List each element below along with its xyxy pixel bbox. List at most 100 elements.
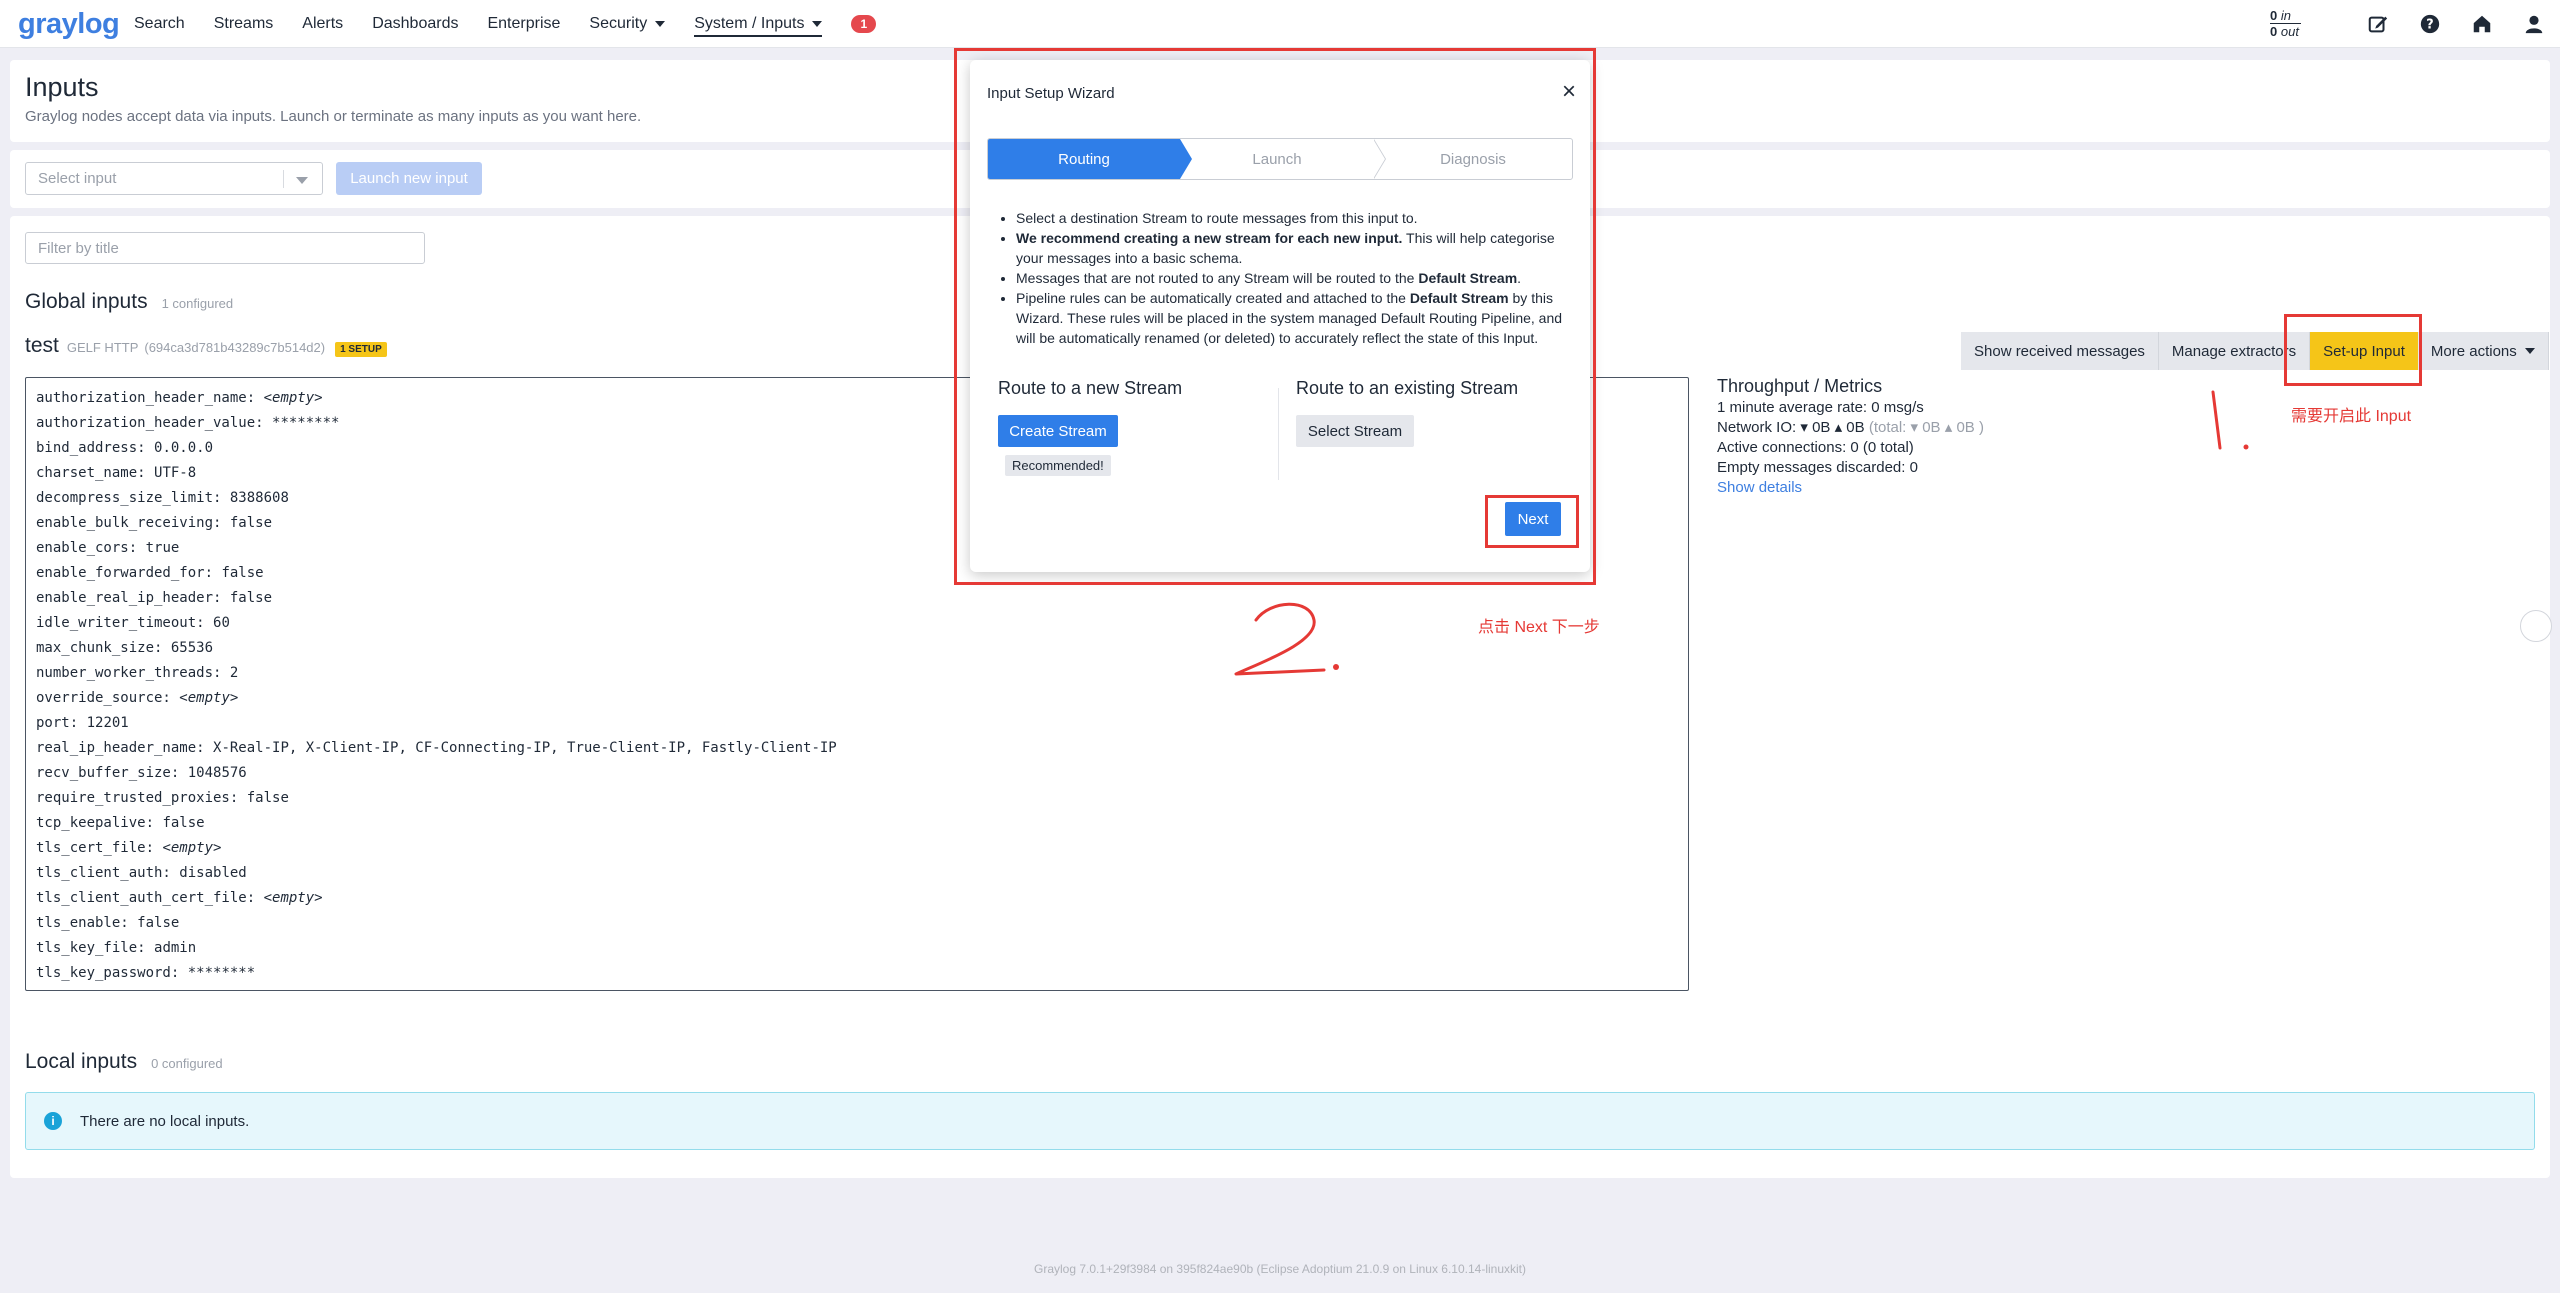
metrics-avg-rate: 1 minute average rate: 0 msg/s [1717, 399, 1924, 416]
net-up-value: 0B [1846, 419, 1865, 436]
config-value: false [246, 790, 289, 806]
nav-menu: Search Streams Alerts Dashboards Enterpr… [134, 0, 877, 48]
config-line: tls_client_auth_cert_file: <empty> [36, 886, 1678, 911]
nav-icon-group: ? [2352, 0, 2560, 48]
config-value: false [221, 565, 264, 581]
global-inputs-title: Global inputs [25, 290, 148, 313]
show-received-messages-button[interactable]: Show received messages [1961, 332, 2159, 370]
config-value: ******** [272, 415, 340, 431]
launch-new-input-button[interactable]: Launch new input [336, 162, 482, 195]
config-line: recv_buffer_size: 1048576 [36, 761, 1678, 786]
config-value: false [137, 915, 180, 931]
config-key: decompress_size_limit: [36, 490, 222, 506]
config-value: UTF-8 [154, 465, 197, 481]
config-key: tls_cert_file: [36, 840, 155, 856]
total-up-value: 0B ) [1956, 419, 1984, 436]
config-key: authorization_header_name: [36, 390, 256, 406]
local-inputs-heading: Local inputs 0 configured [25, 1050, 223, 1074]
config-line: tls_enable: false [36, 911, 1678, 936]
config-key: idle_writer_timeout: [36, 615, 205, 631]
config-line: idle_writer_timeout: 60 [36, 611, 1678, 636]
help-icon[interactable]: ? [2404, 13, 2456, 35]
more-actions-button[interactable]: More actions [2417, 332, 2549, 370]
config-key: tls_key_password: [36, 965, 180, 981]
config-value: false [162, 815, 205, 831]
config-value: <empty> [162, 840, 222, 856]
filter-by-title-input[interactable]: Filter by title [25, 232, 425, 264]
global-inputs-heading: Global inputs 1 configured [25, 290, 233, 314]
metrics-empty-discarded: Empty messages discarded: 0 [1717, 459, 1918, 476]
config-line: tls_cert_file: <empty> [36, 836, 1678, 861]
config-key: charset_name: [36, 465, 146, 481]
config-key: tls_key_file: [36, 940, 146, 956]
select-separator [283, 170, 284, 188]
nav-search[interactable]: Search [134, 15, 185, 33]
svg-text:?: ? [2426, 18, 2433, 33]
notification-badge[interactable]: 1 [851, 15, 877, 33]
nav-security-label: Security [589, 15, 648, 32]
throughput-metrics: Throughput / Metrics 1 minute average ra… [1717, 376, 1984, 498]
arrow-up-icon: ▴ [1944, 419, 1953, 436]
input-name: test [25, 334, 59, 357]
nav-dashboards[interactable]: Dashboards [372, 15, 458, 33]
more-actions-label: More actions [2430, 342, 2517, 360]
metrics-network-io: Network IO: ▾ 0B ▴ 0B (total: ▾ 0B ▴ 0B … [1717, 418, 1984, 438]
config-key: override_source: [36, 690, 171, 706]
config-value: <empty> [179, 690, 239, 706]
config-value: false [229, 515, 273, 531]
nav-system-label: System / Inputs [694, 15, 805, 32]
config-key: port: [36, 715, 79, 731]
nav-streams[interactable]: Streams [214, 15, 274, 33]
show-details-link[interactable]: Show details [1717, 478, 1984, 498]
user-icon[interactable] [2508, 13, 2560, 35]
chevron-down-icon [2524, 348, 2535, 354]
annotation-box-setup [2284, 314, 2422, 386]
config-key: enable_bulk_receiving: [36, 515, 222, 531]
metrics-active-connections: Active connections: 0 (0 total) [1717, 439, 1914, 456]
config-line: tls_key_password: ******** [36, 961, 1678, 986]
edit-icon[interactable] [2352, 13, 2404, 35]
nav-system-inputs[interactable]: System / Inputs [694, 15, 823, 37]
nav-enterprise[interactable]: Enterprise [487, 15, 560, 33]
floating-avatar[interactable] [2520, 610, 2552, 642]
input-id: (694ca3d781b43289c7b514d2) [144, 340, 326, 355]
config-value: <empty> [263, 890, 323, 906]
nav-alerts[interactable]: Alerts [302, 15, 343, 33]
throughput-indicator[interactable]: 0 in 0 out [2270, 8, 2301, 39]
config-line: number_worker_threads: 2 [36, 661, 1678, 686]
annotation-note-1: 需要开启此 Input [2291, 408, 2412, 425]
config-value: 65536 [170, 640, 214, 656]
config-key: tls_enable: [36, 915, 129, 931]
config-value: false [229, 590, 273, 606]
config-line: tls_client_auth: disabled [36, 861, 1678, 886]
config-value: <empty> [263, 390, 323, 406]
setup-badge: 1 SETUP [335, 342, 387, 357]
input-actions: Show received messages Manage extractors… [1961, 332, 2549, 370]
throughput-in-label: in [2280, 8, 2291, 23]
config-key: max_chunk_size: [36, 640, 163, 656]
config-value: 8388608 [229, 490, 289, 506]
config-key: recv_buffer_size: [36, 765, 180, 781]
config-key: enable_forwarded_for: [36, 565, 214, 581]
select-input-dropdown[interactable]: Select input [25, 162, 323, 195]
home-icon[interactable] [2456, 13, 2508, 35]
local-inputs-title: Local inputs [25, 1050, 138, 1073]
config-value: disabled [179, 865, 247, 881]
graylog-logo[interactable]: graylog [18, 8, 120, 41]
global-inputs-count: 1 configured [161, 296, 234, 311]
net-down-value: 0B [1812, 419, 1831, 436]
no-local-inputs-alert: i There are no local inputs. [25, 1092, 2535, 1150]
nav-security[interactable]: Security [589, 15, 666, 33]
page-title: Inputs [25, 72, 99, 102]
input-entry-header: test GELF HTTP (694ca3d781b43289c7b514d2… [25, 334, 387, 358]
input-type: GELF HTTP [66, 340, 139, 355]
arrow-down-icon: ▾ [1910, 419, 1919, 436]
config-key: bind_address: [36, 440, 146, 456]
metrics-title: Throughput / Metrics [1717, 376, 1883, 396]
config-value: 12201 [86, 715, 129, 731]
chevron-down-icon [296, 177, 308, 184]
config-value: admin [154, 940, 197, 956]
chevron-down-icon [812, 21, 823, 27]
config-value: true [145, 540, 180, 556]
config-value: X-Real-IP, X-Client-IP, CF-Connecting-IP… [213, 740, 837, 756]
